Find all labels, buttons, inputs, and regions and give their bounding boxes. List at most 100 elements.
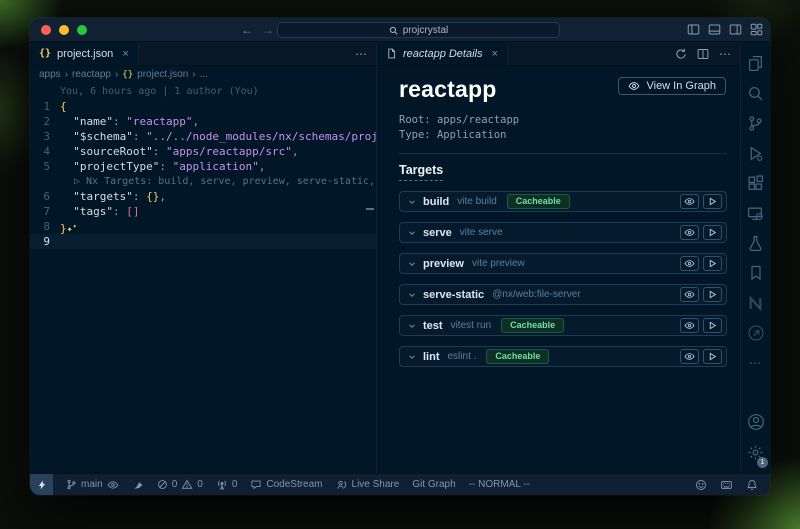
eye-icon [684, 258, 695, 269]
close-tab-icon[interactable]: × [492, 48, 498, 60]
explorer-icon[interactable] [741, 48, 770, 78]
close-tab-icon[interactable]: × [122, 48, 128, 60]
tab-reactapp-details[interactable]: reactapp Details × [377, 42, 508, 65]
chevron-down-icon[interactable] [407, 352, 417, 362]
line-number: 4 [30, 144, 60, 159]
run-target-button[interactable] [703, 256, 722, 271]
testing-icon[interactable] [741, 228, 770, 258]
extensions-icon[interactable] [741, 168, 770, 198]
toggle-secondary-sidebar-icon[interactable] [729, 23, 742, 36]
live-share-item[interactable]: Live Share [336, 479, 400, 491]
more-actions-icon[interactable]: ⋯ [355, 47, 367, 61]
run-target-button[interactable] [703, 194, 722, 209]
target-command: @nx/web:file-server [492, 289, 581, 300]
eye-icon [684, 227, 695, 238]
traffic-lights [41, 25, 87, 35]
nx-console-icon[interactable] [741, 288, 770, 318]
branch-indicator[interactable]: main [66, 479, 119, 491]
view-target-button[interactable] [680, 349, 699, 364]
run-target-button[interactable] [703, 318, 722, 333]
run-target-button[interactable] [703, 225, 722, 240]
settings-gear-icon[interactable]: 1 [741, 437, 770, 467]
bird-icon[interactable] [132, 479, 144, 491]
refresh-icon[interactable] [675, 48, 687, 60]
eye-icon [684, 289, 695, 300]
cacheable-badge: Cacheable [486, 349, 549, 364]
vim-mode-indicator[interactable]: -- NORMAL -- [469, 479, 530, 490]
run-target-button[interactable] [703, 349, 722, 364]
breadcrumb-separator: › [115, 69, 118, 80]
breadcrumb-item-reactapp[interactable]: reactapp [72, 69, 111, 80]
play-icon [708, 352, 717, 361]
target-row: test vitest run Cacheable [399, 315, 727, 336]
codestream-label: CodeStream [266, 479, 322, 490]
codelens-line[interactable]: ▷ Nx Targets: build, serve, preview, ser… [30, 174, 376, 189]
breadcrumb: apps › reactapp › {} project.json › ... [30, 66, 376, 83]
smiley-feedback-icon[interactable] [695, 479, 707, 491]
problems-indicator[interactable]: 0 0 [157, 479, 203, 490]
target-row: serve vite serve [399, 222, 727, 243]
forward-arrow-icon[interactable]: → [262, 23, 274, 37]
view-in-graph-button[interactable]: View In Graph [618, 77, 726, 95]
more-actions-icon[interactable]: ⋯ [719, 47, 731, 61]
git-graph-label: Git Graph [412, 479, 455, 490]
chevron-down-icon[interactable] [407, 321, 417, 331]
ports-indicator[interactable]: 0 [216, 479, 238, 491]
breadcrumb-separator: › [192, 69, 195, 80]
file-icon [386, 48, 397, 59]
close-window-button[interactable] [41, 25, 51, 35]
chevron-down-icon[interactable] [407, 259, 417, 269]
run-debug-icon[interactable] [741, 138, 770, 168]
breadcrumb-separator: › [65, 69, 68, 80]
target-row: serve-static @nx/web:file-server [399, 284, 727, 305]
editor-group-left: {} project.json × ⋯ apps › reactapp › {}… [30, 42, 377, 473]
chevron-down-icon[interactable] [407, 290, 417, 300]
codestream-item[interactable]: CodeStream [250, 479, 322, 490]
gitlens-icon[interactable] [741, 318, 770, 348]
toggle-sidebar-icon[interactable] [687, 23, 700, 36]
source-control-icon[interactable] [741, 108, 770, 138]
target-command: eslint . [448, 351, 477, 362]
vscode-window: ← → projcrystal {} project.json × [30, 18, 770, 495]
play-icon [708, 290, 717, 299]
breadcrumb-item-apps[interactable]: apps [39, 69, 61, 80]
chevron-down-icon[interactable] [407, 197, 417, 207]
live-share-label: Live Share [352, 479, 400, 490]
view-target-button[interactable] [680, 194, 699, 209]
tab-project-json[interactable]: {} project.json × [30, 42, 139, 65]
view-target-button[interactable] [680, 287, 699, 302]
status-bar: main 0 0 0 CodeStream Live Share Git Gra… [30, 473, 770, 495]
search-icon[interactable] [741, 78, 770, 108]
minimize-window-button[interactable] [59, 25, 69, 35]
code-editor[interactable]: You, 6 hours ago | 1 author (You)1{2 "na… [30, 83, 376, 473]
maximize-window-button[interactable] [77, 25, 87, 35]
eye-icon[interactable] [107, 479, 119, 491]
run-target-button[interactable] [703, 287, 722, 302]
view-target-button[interactable] [680, 225, 699, 240]
accounts-icon[interactable] [741, 407, 770, 437]
command-center-search[interactable]: projcrystal [277, 22, 560, 38]
warning-icon [181, 479, 193, 490]
git-graph-item[interactable]: Git Graph [412, 479, 455, 490]
toggle-panel-icon[interactable] [708, 23, 721, 36]
breadcrumb-trail[interactable]: ... [200, 69, 208, 80]
remote-indicator[interactable] [30, 474, 53, 495]
view-target-button[interactable] [680, 256, 699, 271]
split-editor-icon[interactable] [697, 48, 709, 60]
line-number: 3 [30, 129, 60, 144]
target-row: preview vite preview [399, 253, 727, 274]
back-arrow-icon[interactable]: ← [241, 23, 253, 37]
breadcrumb-item-file[interactable]: project.json [137, 69, 188, 80]
bell-icon[interactable] [746, 479, 758, 491]
customize-layout-icon[interactable] [750, 23, 763, 36]
title-bar: ← → projcrystal [30, 18, 770, 42]
remote-explorer-icon[interactable] [741, 198, 770, 228]
keyboard-icon[interactable] [720, 479, 733, 491]
more-views-icon[interactable]: ⋯ [741, 348, 770, 378]
git-branch-icon [66, 479, 77, 490]
bookmarks-icon[interactable] [741, 258, 770, 288]
line-number: 7 [30, 204, 60, 219]
target-name: serve-static [423, 289, 484, 301]
chevron-down-icon[interactable] [407, 228, 417, 238]
view-target-button[interactable] [680, 318, 699, 333]
